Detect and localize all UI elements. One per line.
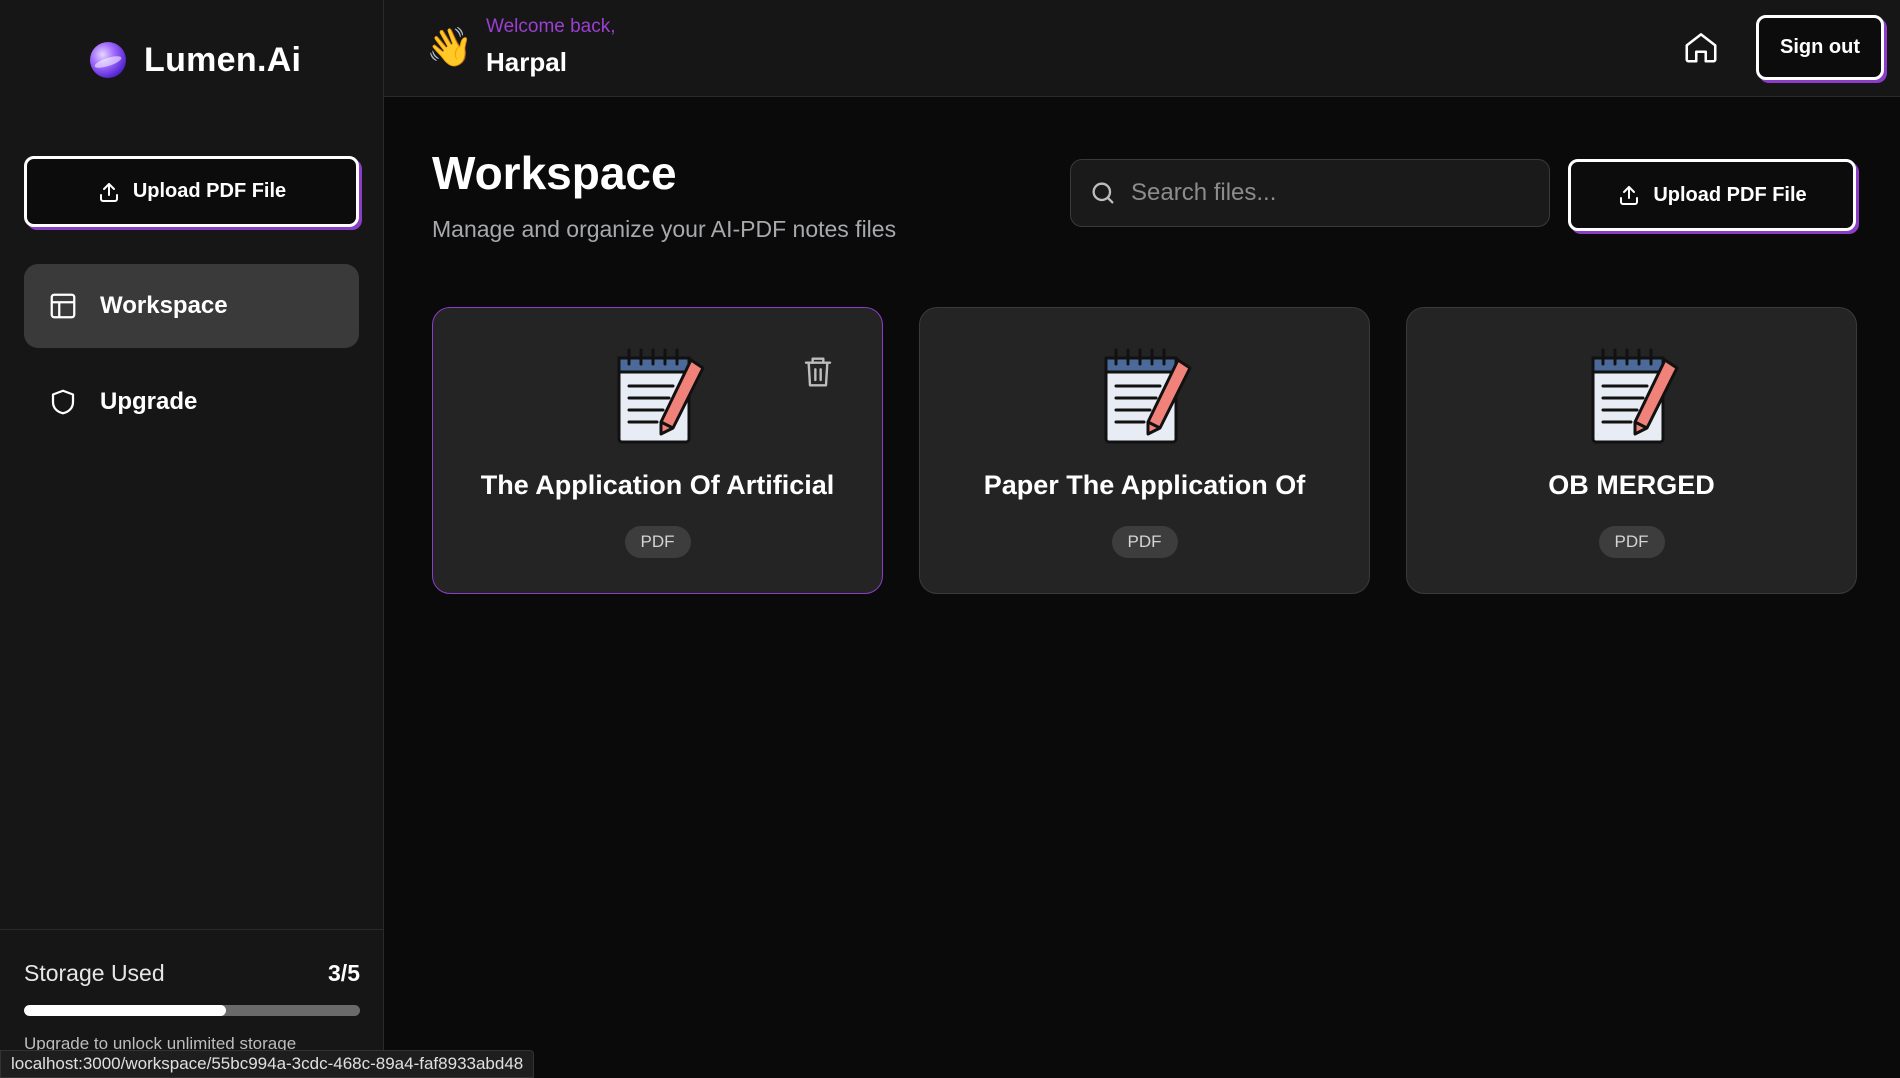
sidebar-item-workspace[interactable]: Workspace xyxy=(24,264,359,348)
file-card[interactable]: OB MERGED PDF xyxy=(1406,307,1857,594)
sidebar-upload-pdf-button[interactable]: Upload PDF File xyxy=(24,156,359,227)
notepad-icon xyxy=(1104,348,1192,444)
notepad-icon xyxy=(1591,348,1679,444)
storage-count: 3/5 xyxy=(328,960,360,986)
storage-progress-fill xyxy=(24,1005,226,1016)
top-header: 👋 Welcome back, Harpal Sign out xyxy=(384,0,1900,97)
upload-icon xyxy=(99,182,118,202)
file-card[interactable]: The Application Of Artificial PDF xyxy=(432,307,883,594)
file-title: Paper The Application Of xyxy=(983,470,1306,500)
lumen-orb-logo-icon xyxy=(90,42,126,78)
file-title: The Application Of Artificial xyxy=(480,470,835,500)
notepad-icon xyxy=(617,348,705,444)
storage-label: Storage Used xyxy=(24,960,165,986)
file-type-badge: PDF xyxy=(1111,526,1178,558)
file-type-badge: PDF xyxy=(624,526,691,558)
layout-icon xyxy=(50,293,76,319)
sidebar: Lumen.Ai Upload PDF File Workspace Upgra… xyxy=(0,0,384,1078)
trash-icon[interactable] xyxy=(802,354,834,390)
home-icon[interactable] xyxy=(1682,28,1720,66)
sidebar-item-upgrade[interactable]: Upgrade xyxy=(24,360,359,444)
sidebar-upload-label: Upload PDF File xyxy=(132,180,287,202)
search-icon xyxy=(1092,182,1114,204)
sign-out-button[interactable]: Sign out xyxy=(1756,15,1884,80)
app-name: Lumen.Ai xyxy=(144,40,302,79)
shield-icon xyxy=(51,389,75,415)
file-type-badge: PDF xyxy=(1598,526,1665,558)
main-upload-label: Upload PDF File xyxy=(1653,183,1807,206)
sidebar-item-label: Workspace xyxy=(100,292,228,319)
app-logo[interactable]: Lumen.Ai xyxy=(90,40,301,80)
storage-progress-bar xyxy=(24,1005,360,1016)
waving-hand-icon: 👋 xyxy=(426,27,474,69)
status-bar-url: localhost:3000/workspace/55bc994a-3cdc-4… xyxy=(0,1050,535,1078)
search-input[interactable] xyxy=(1131,179,1549,207)
page-title: Workspace xyxy=(432,147,677,199)
sidebar-item-label: Upgrade xyxy=(100,388,198,415)
user-name: Harpal xyxy=(486,47,567,77)
page-subtitle: Manage and organize your AI-PDF notes fi… xyxy=(432,216,897,242)
welcome-text: Welcome back, xyxy=(486,16,616,37)
file-title: OB MERGED xyxy=(1548,470,1715,500)
main-upload-pdf-button[interactable]: Upload PDF File xyxy=(1568,159,1856,231)
file-card[interactable]: Paper The Application Of PDF xyxy=(919,307,1370,594)
upload-icon xyxy=(1620,186,1639,205)
search-box[interactable] xyxy=(1070,159,1550,227)
